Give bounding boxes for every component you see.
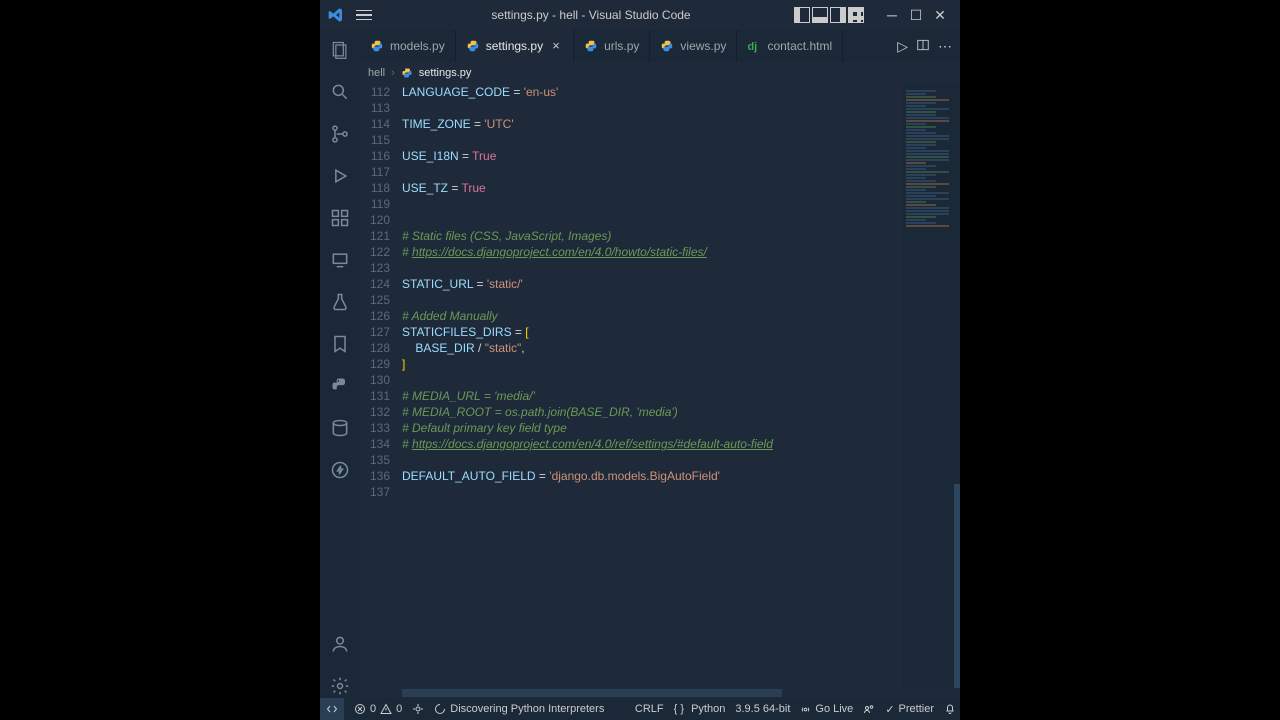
django-file-icon: dj bbox=[747, 39, 761, 53]
python-version[interactable]: 3.9.5 64-bit bbox=[735, 703, 790, 715]
go-live-button[interactable]: Go Live bbox=[800, 703, 853, 715]
scrollbar-thumb[interactable] bbox=[954, 484, 960, 688]
eol-indicator[interactable]: CRLF bbox=[635, 703, 664, 715]
tab-views-py[interactable]: views.py bbox=[650, 30, 737, 62]
split-editor-icon[interactable] bbox=[916, 38, 930, 55]
python-file-icon bbox=[401, 67, 413, 79]
accounts-icon[interactable] bbox=[328, 632, 352, 656]
toggle-secondary-sidebar-icon[interactable] bbox=[830, 7, 846, 23]
remote-indicator[interactable] bbox=[320, 698, 344, 720]
python-file-icon bbox=[584, 39, 598, 53]
live-share-icon[interactable] bbox=[863, 703, 875, 715]
line-gutter: 1121131141151161171181191201211221231241… bbox=[360, 84, 402, 688]
breadcrumb-root[interactable]: hell bbox=[368, 67, 385, 79]
language-mode[interactable]: { } Python bbox=[674, 703, 726, 715]
titlebar: settings.py - hell - Visual Studio Code … bbox=[320, 0, 960, 30]
tab-contact-html[interactable]: dj contact.html bbox=[737, 30, 843, 62]
error-count: 0 bbox=[370, 703, 376, 715]
source-control-icon[interactable] bbox=[328, 122, 352, 146]
toggle-primary-sidebar-icon[interactable] bbox=[794, 7, 810, 23]
tab-bar: models.py settings.py × urls.py views.py djco… bbox=[360, 30, 960, 62]
notifications-bell-icon[interactable] bbox=[944, 703, 956, 715]
minimap[interactable] bbox=[902, 84, 960, 688]
window-title: settings.py - hell - Visual Studio Code bbox=[388, 8, 794, 22]
python-env-icon[interactable] bbox=[328, 374, 352, 398]
more-actions-icon[interactable]: ⋯ bbox=[938, 38, 952, 55]
breadcrumb-file[interactable]: settings.py bbox=[419, 67, 472, 79]
status-bar: 0 0 Discovering Python Interpreters CRLF… bbox=[320, 698, 960, 720]
bookmark-icon[interactable] bbox=[328, 332, 352, 356]
prettier-status[interactable]: ✓ Prettier bbox=[885, 703, 934, 716]
code-content[interactable]: LANGUAGE_CODE = 'en-us'TIME_ZONE = 'UTC'… bbox=[402, 84, 902, 688]
close-button[interactable]: ✕ bbox=[928, 3, 952, 27]
run-file-icon[interactable]: ▷ bbox=[897, 38, 908, 55]
tab-label: settings.py bbox=[486, 39, 543, 53]
warning-count: 0 bbox=[396, 703, 402, 715]
editor-group: models.py settings.py × urls.py views.py djco… bbox=[360, 30, 960, 698]
app-menu-button[interactable] bbox=[356, 5, 376, 25]
tab-models-py[interactable]: models.py bbox=[360, 30, 456, 62]
python-file-icon bbox=[466, 39, 480, 53]
testing-icon[interactable] bbox=[328, 290, 352, 314]
search-icon[interactable] bbox=[328, 80, 352, 104]
breadcrumb[interactable]: hell › settings.py bbox=[360, 62, 960, 84]
tab-label: models.py bbox=[390, 39, 445, 53]
maximize-button[interactable]: ☐ bbox=[904, 3, 928, 27]
extensions-icon[interactable] bbox=[328, 206, 352, 230]
problems-indicator[interactable]: 0 0 bbox=[354, 703, 402, 715]
editor-area[interactable]: 1121131141151161171181191201211221231241… bbox=[360, 84, 960, 688]
run-debug-icon[interactable] bbox=[328, 164, 352, 188]
python-discovery-status[interactable]: Discovering Python Interpreters bbox=[434, 703, 604, 715]
minimize-button[interactable]: ─ bbox=[880, 3, 904, 27]
port-forward-icon[interactable] bbox=[412, 703, 424, 715]
chevron-right-icon: › bbox=[391, 67, 395, 79]
remote-explorer-icon[interactable] bbox=[328, 248, 352, 272]
tab-urls-py[interactable]: urls.py bbox=[574, 30, 650, 62]
horizontal-scrollbar[interactable] bbox=[360, 688, 960, 698]
vscode-window: settings.py - hell - Visual Studio Code … bbox=[320, 0, 960, 720]
vscode-logo-icon bbox=[328, 7, 344, 23]
activity-bar bbox=[320, 30, 360, 698]
database-icon[interactable] bbox=[328, 416, 352, 440]
tab-label: views.py bbox=[680, 39, 726, 53]
customize-layout-icon[interactable] bbox=[848, 7, 864, 23]
python-file-icon bbox=[370, 39, 384, 53]
tab-label: contact.html bbox=[767, 39, 832, 53]
lightning-icon[interactable] bbox=[328, 458, 352, 482]
python-file-icon bbox=[660, 39, 674, 53]
horizontal-scrollbar-thumb[interactable] bbox=[402, 689, 782, 697]
layout-controls bbox=[794, 7, 864, 23]
close-tab-icon[interactable]: × bbox=[549, 39, 563, 53]
toggle-panel-icon[interactable] bbox=[812, 7, 828, 23]
settings-gear-icon[interactable] bbox=[328, 674, 352, 698]
explorer-icon[interactable] bbox=[328, 38, 352, 62]
vertical-scrollbar[interactable] bbox=[954, 84, 960, 688]
tab-settings-py[interactable]: settings.py × bbox=[456, 30, 574, 62]
tab-label: urls.py bbox=[604, 39, 639, 53]
